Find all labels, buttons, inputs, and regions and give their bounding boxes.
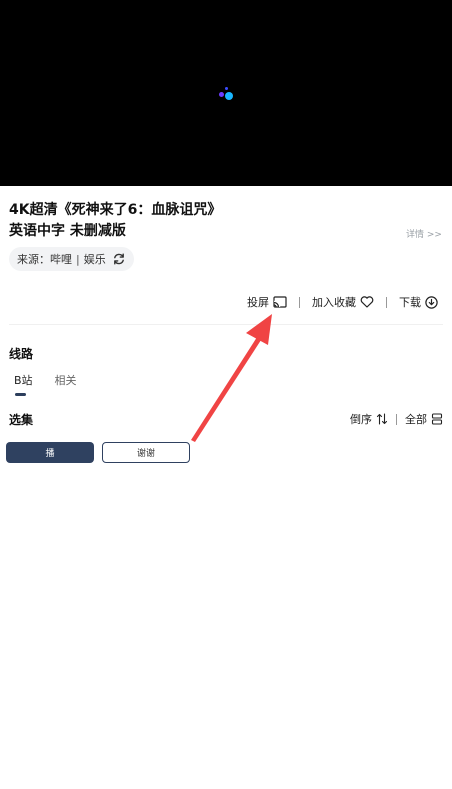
download-label: 下载: [399, 296, 421, 309]
sort-label: 倒序: [350, 413, 372, 426]
refresh-icon[interactable]: [112, 252, 126, 266]
section-divider: [9, 324, 443, 325]
loading-spinner-dot: [225, 92, 233, 100]
sort-icon: [376, 413, 388, 425]
loading-spinner-dot: [225, 87, 228, 90]
detail-link[interactable]: 详情 >>: [406, 227, 442, 240]
episode-button-1[interactable]: 播: [6, 442, 94, 463]
action-bar: 投屏 加入收藏 下载: [247, 294, 438, 310]
favorite-button[interactable]: 加入收藏: [312, 294, 374, 310]
episode-button-2[interactable]: 谢谢: [102, 442, 190, 463]
all-episodes-button[interactable]: 全部: [405, 411, 443, 427]
favorite-label: 加入收藏: [312, 296, 356, 309]
episode-controls: 倒序 全部: [350, 411, 443, 427]
video-player[interactable]: [0, 0, 452, 186]
cast-label: 投屏: [247, 296, 269, 309]
cast-icon: [273, 296, 287, 308]
source-separator: |: [76, 252, 80, 266]
source-label: 来源：: [17, 253, 50, 266]
download-button[interactable]: 下载: [399, 294, 438, 310]
divider: [299, 296, 300, 308]
download-icon: [425, 295, 438, 309]
route-tabs: B站 相关: [14, 372, 99, 396]
list-icon: [431, 413, 443, 425]
route-tab-related[interactable]: 相关: [55, 372, 77, 388]
cast-button[interactable]: 投屏: [247, 294, 287, 310]
source-category: 娱乐: [83, 253, 106, 266]
all-label: 全部: [405, 413, 427, 426]
source-chip[interactable]: 来源： 哔哩 | 娱乐: [9, 247, 134, 271]
video-title: 4K超清《死神来了6：血脉诅咒》英语中字 未删减版: [9, 202, 222, 239]
sort-button[interactable]: 倒序: [350, 411, 388, 427]
route-tab-bilibili[interactable]: B站: [14, 372, 33, 396]
divider: [396, 413, 397, 425]
loading-spinner-dot: [219, 92, 224, 97]
route-heading: 线路: [9, 347, 34, 361]
episodes-heading: 选集: [9, 413, 34, 427]
divider: [386, 296, 387, 308]
source-platform: 哔哩: [50, 253, 72, 266]
heart-icon: [360, 296, 374, 308]
